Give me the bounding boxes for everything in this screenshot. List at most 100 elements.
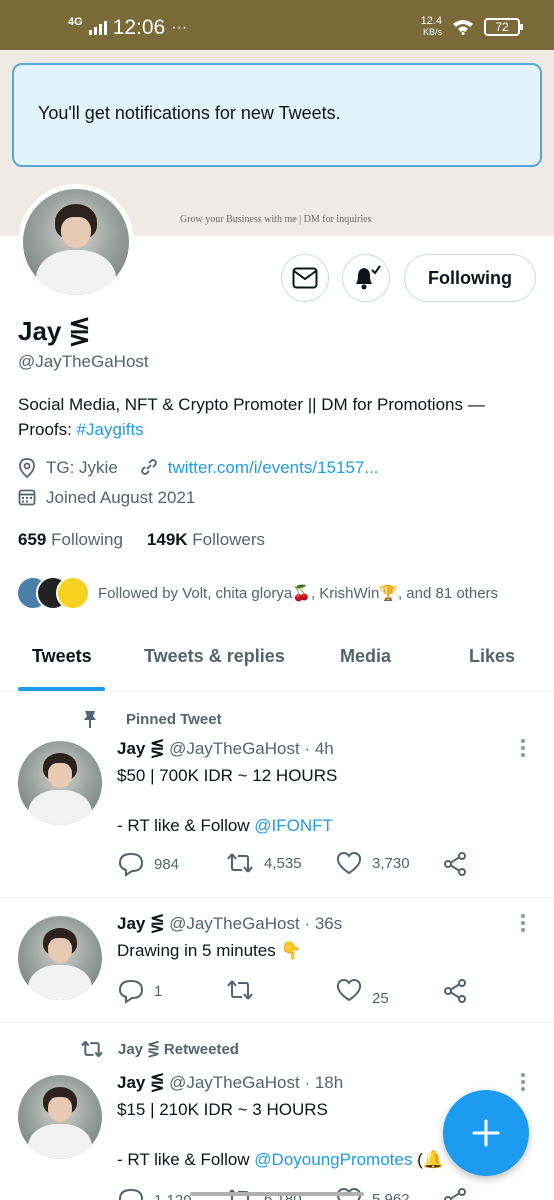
retweeted-text: Jay ⋚ Retweeted xyxy=(118,1041,239,1058)
message-button[interactable] xyxy=(281,254,329,302)
tab-likes[interactable]: Likes xyxy=(469,646,515,667)
retweet-icon xyxy=(227,980,253,1000)
share-icon xyxy=(444,1188,466,1200)
reply-button[interactable]: 1 xyxy=(118,978,162,1004)
tweet-handle-time: @JayTheGaHost · 4h xyxy=(169,739,334,758)
retweet-button[interactable] xyxy=(226,978,254,1002)
tweet-header: Jay ⋚ @JayTheGaHost · 18h xyxy=(117,1073,343,1093)
tweet-avatar[interactable] xyxy=(18,1075,102,1159)
tweet-line: - RT like & Follow xyxy=(117,1150,255,1169)
bio-hashtag-link[interactable]: #Jaygifts xyxy=(77,420,144,439)
notifications-button[interactable] xyxy=(342,254,390,302)
status-overflow-dots: ··· xyxy=(171,19,188,36)
profile-location: TG: Jykie xyxy=(46,458,118,477)
like-count: 25 xyxy=(372,989,389,1007)
tweet-line: $50 | 700K IDR ~ 12 HOURS xyxy=(117,766,338,785)
tweet-author: Jay ⋚ xyxy=(117,914,165,933)
like-count: 3,730 xyxy=(372,854,410,872)
tweet-author: Jay ⋚ xyxy=(117,739,165,758)
compose-tweet-button[interactable] xyxy=(443,1090,529,1176)
tweet-actions: 984 4,535 3,730 xyxy=(118,851,538,881)
tweet-text: $50 | 700K IDR ~ 12 HOURS - RT like & Fo… xyxy=(117,763,337,838)
tab-tweets-and-replies[interactable]: Tweets & replies xyxy=(144,646,285,667)
tab-media[interactable]: Media xyxy=(340,646,391,667)
tweet-header: Jay ⋚ @JayTheGaHost · 36s xyxy=(117,914,342,934)
profile-name: Jay ⋚ xyxy=(18,316,91,346)
reply-count: 1,120 xyxy=(154,1191,192,1200)
notification-toast: You'll get notifications for new Tweets. xyxy=(12,63,542,167)
reply-button[interactable]: 1,120 xyxy=(118,1187,192,1200)
tab-tweets[interactable]: Tweets xyxy=(32,646,92,667)
status-bar: 4G 12:06 ··· 12.4 KB/s 72 xyxy=(0,0,554,50)
link-icon xyxy=(140,458,160,478)
signal-icon xyxy=(88,21,107,35)
follow-counts: 659 Following 149K Followers xyxy=(18,530,265,550)
envelope-icon xyxy=(292,267,318,289)
retweet-count: 4,535 xyxy=(264,854,302,872)
profile-avatar[interactable] xyxy=(18,184,134,300)
tweet-text: $15 | 210K IDR ~ 3 HOURS - RT like & Fol… xyxy=(117,1097,444,1172)
tweet[interactable]: Pinned Tweet Jay ⋚ @JayTheGaHost · 4h $5… xyxy=(0,693,554,898)
share-icon xyxy=(444,979,466,1003)
active-tab-indicator xyxy=(18,687,105,691)
tweet-handle-time: @JayTheGaHost · 36s xyxy=(169,914,343,933)
reply-icon xyxy=(118,979,144,1004)
share-button[interactable] xyxy=(442,1187,468,1200)
retweet-icon xyxy=(227,853,253,873)
bell-check-icon xyxy=(356,265,381,290)
profile-meta-row: TG: Jykie twitter.com/i/events/15157... xyxy=(18,458,379,478)
battery-icon: 72 xyxy=(484,18,523,36)
tweet-more-icon[interactable] xyxy=(516,739,530,757)
mention-link[interactable]: @DoyoungPromotes xyxy=(254,1150,412,1169)
network-type: 4G xyxy=(68,16,83,28)
retweeted-label: Jay ⋚ Retweeted xyxy=(80,1039,239,1059)
tweet[interactable]: Jay ⋚ @JayTheGaHost · 36s Drawing in 5 m… xyxy=(0,898,554,1023)
pin-icon xyxy=(84,711,96,728)
profile-website-link[interactable]: twitter.com/i/events/15157... xyxy=(168,458,379,478)
followers-count-value: 149K xyxy=(146,530,188,549)
pinned-label: Pinned Tweet xyxy=(80,709,222,729)
heart-icon xyxy=(336,851,362,875)
share-button[interactable] xyxy=(442,851,468,877)
toast-message: You'll get notifications for new Tweets. xyxy=(38,103,341,123)
network-speed: 12.4 KB/s xyxy=(421,16,442,38)
home-indicator[interactable] xyxy=(190,1192,364,1196)
location-icon xyxy=(18,458,38,478)
profile-handle: @JayTheGaHost xyxy=(18,352,149,371)
calendar-icon xyxy=(18,488,38,508)
tweet-text: Drawing in 5 minutes 👇 xyxy=(117,938,302,963)
network-speed-unit: KB/s xyxy=(422,27,442,37)
followed-by-row[interactable]: Followed by Volt, chita glorya🍒, KrishWi… xyxy=(16,576,498,610)
tweet-avatar[interactable] xyxy=(18,916,102,1000)
banner-caption: Grow your Business with me | DM for inqu… xyxy=(180,214,372,225)
share-button[interactable] xyxy=(442,978,468,1004)
plus-icon xyxy=(472,1119,500,1147)
pinned-tweet-text: Pinned Tweet xyxy=(126,710,222,728)
tweet-more-icon[interactable] xyxy=(516,914,530,932)
following-button[interactable]: Following xyxy=(404,254,536,302)
retweet-button[interactable]: 4,535 xyxy=(226,851,302,875)
tweet-line: $15 | 210K IDR ~ 3 HOURS xyxy=(117,1100,328,1119)
tweet-actions: 1 25 xyxy=(118,978,538,1008)
reply-count: 1 xyxy=(154,982,163,1000)
retweet-icon xyxy=(81,1040,103,1058)
followers-label: Followers xyxy=(192,530,266,549)
tweet-line: Drawing in 5 minutes 👇 xyxy=(117,941,302,960)
followers-count[interactable]: 149K Followers xyxy=(147,530,265,550)
profile-bio: Social Media, NFT & Crypto Promoter || D… xyxy=(18,392,538,442)
tweet-avatar[interactable] xyxy=(18,741,102,825)
like-button[interactable]: 25 xyxy=(336,978,389,1007)
like-count: 5,962 xyxy=(372,1190,410,1200)
reply-icon xyxy=(118,1188,144,1200)
like-button[interactable]: 3,730 xyxy=(336,851,410,875)
reply-button[interactable]: 984 xyxy=(118,851,179,877)
mention-link[interactable]: @IFONFT xyxy=(254,816,333,835)
followed-by-text: Followed by Volt, chita glorya🍒, KrishWi… xyxy=(98,585,499,602)
tweet-more-icon[interactable] xyxy=(516,1073,530,1091)
following-count[interactable]: 659 Following xyxy=(18,530,123,550)
clock: 12:06 xyxy=(112,16,166,39)
tweet-header: Jay ⋚ @JayTheGaHost · 4h xyxy=(117,739,334,759)
tweet-author: Jay ⋚ xyxy=(117,1073,165,1092)
profile-joined: Joined August 2021 xyxy=(46,488,196,507)
share-icon xyxy=(444,852,466,876)
